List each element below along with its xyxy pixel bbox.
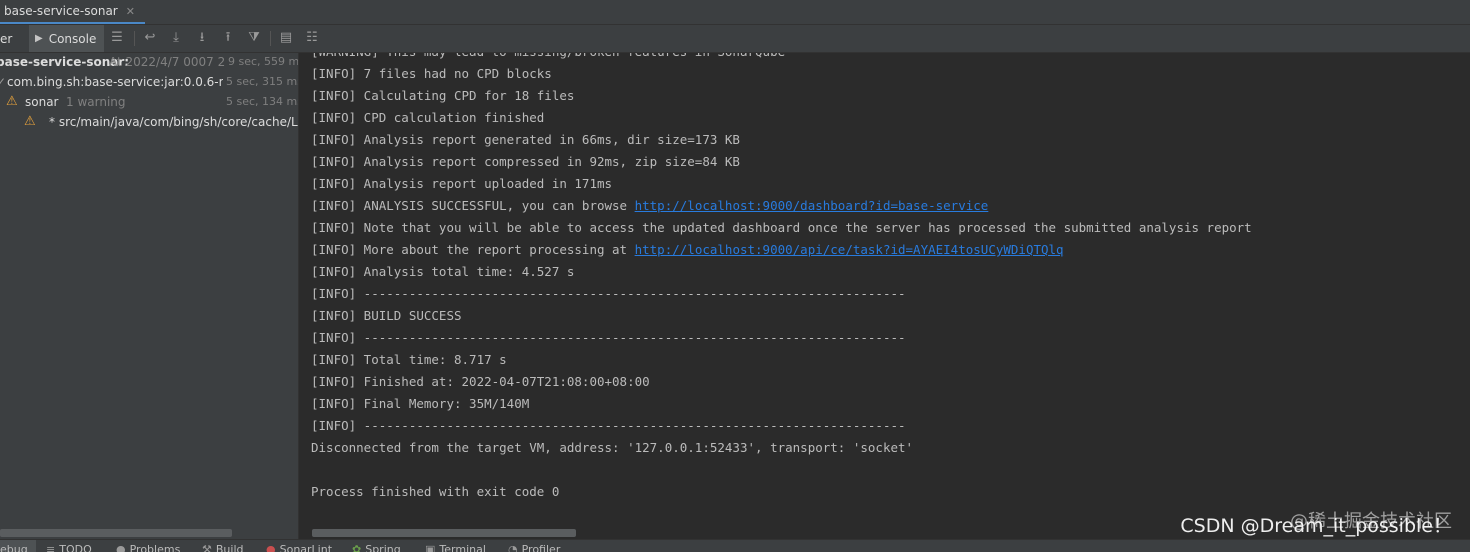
console-line-text: [INFO] Calculating CPD for 18 files	[311, 88, 575, 103]
console-line: [INFO] BUILD SUCCESS	[311, 305, 462, 327]
tab-console[interactable]: ▶ Console	[29, 25, 105, 52]
console-icon: ▶	[35, 33, 43, 44]
console-line-text: [INFO] ANALYSIS SUCCESSFUL, you can brow…	[311, 198, 635, 213]
scroll-to-end-icon[interactable]: ⤓	[168, 30, 184, 46]
tool-debug[interactable]: ebug	[0, 540, 36, 552]
print-icon[interactable]: ▤	[278, 30, 294, 46]
console-line-text: [INFO] Finished at: 2022-04-07T21:08:00+…	[311, 374, 650, 389]
console-line-text: Disconnected from the target VM, address…	[311, 440, 914, 455]
console-line-text: [INFO] Analysis total time: 4.527 s	[311, 264, 575, 279]
console-line: [INFO] Analysis total time: 4.527 s	[311, 261, 574, 283]
bottom-tool-window-bar: ebug ≡ TODO ● Problems ⚒ Build ● SonarLint ✿…	[0, 539, 1470, 552]
toolbar-divider	[270, 31, 271, 46]
console-link[interactable]: http://localhost:9000/api/ce/task?id=AYA…	[635, 242, 1064, 257]
console-line-text: [WARNING] This may lead to missing/broke…	[311, 53, 785, 59]
console-line-text: [INFO] Final Memory: 35M/140M	[311, 396, 530, 411]
console-line-text: [INFO] Analysis report generated in 66ms…	[311, 132, 740, 147]
tree-horizontal-scrollbar[interactable]	[0, 529, 232, 537]
console-line: [INFO] Analysis report generated in 66ms…	[311, 129, 740, 151]
run-toolbar: er ▶ Console ☰ ↩ ⤓ ⭳ ⭱ ⧩ ▤ ☷	[0, 25, 1470, 53]
tree-row-sonar[interactable]: ⚠ sonar 1 warning 5 sec, 134 ms	[0, 93, 298, 113]
warning-icon: ⚠	[24, 114, 36, 129]
console-line: [INFO] ---------------------------------…	[311, 327, 906, 349]
console-line-text: [INFO] BUILD SUCCESS	[311, 308, 462, 323]
tree-row-warning[interactable]: ⚠ * src/main/java/com/bing/sh/core/cache…	[0, 113, 298, 133]
filter-icon[interactable]: ⧩	[246, 30, 262, 46]
console-tab-label: Console	[48, 31, 97, 46]
tree-row-root[interactable]: base-service-sonar: At 2022/4/7 0007 21 …	[0, 53, 298, 73]
console-line: [INFO] Calculating CPD for 18 files	[311, 85, 574, 107]
console-line: [INFO] Finished at: 2022-04-07T21:08:00+…	[311, 371, 650, 393]
tree-root-time: 9 sec, 559 ms	[226, 55, 298, 68]
tab-cut-label: er	[0, 31, 13, 46]
console-line-text: Process finished with exit code 0	[311, 484, 560, 499]
tree-row-jar[interactable]: ✓ com.bing.sh:base-service:jar:0.0.6-rel…	[0, 73, 298, 93]
console-line: [WARNING] This may lead to missing/broke…	[311, 53, 785, 63]
console-horizontal-scrollbar[interactable]	[312, 529, 576, 537]
watermark: @稀土掘金技术社区 CSDN @Dream_it_possible！	[1180, 507, 1452, 537]
console-line: [INFO] ---------------------------------…	[311, 415, 906, 437]
settings-icon[interactable]: ☷	[304, 30, 320, 46]
console-line-text: [INFO] CPD calculation finished	[311, 110, 545, 125]
tree-jar-label: com.bing.sh:base-service:jar:0.0.6-rele	[7, 75, 242, 89]
console-line: [INFO] CPD calculation finished	[311, 107, 544, 129]
console-line: Disconnected from the target VM, address…	[311, 437, 913, 459]
console-line: [INFO] Note that you will be able to acc…	[311, 217, 1252, 239]
toolbar-divider	[134, 31, 135, 46]
console-line: [INFO] Analysis report uploaded in 171ms	[311, 173, 612, 195]
console-line-text: [INFO] Analysis report uploaded in 171ms	[311, 176, 613, 191]
console-line-text: [INFO] Total time: 8.717 s	[311, 352, 507, 367]
console-line-text: [INFO] 7 files had no CPD blocks	[311, 66, 552, 81]
console-output: [WARNING] This may lead to missing/broke…	[299, 53, 1470, 539]
run-tab-bar: base-service-sonar ✕	[0, 0, 1470, 25]
console-line-text: [INFO] ---------------------------------…	[311, 330, 906, 345]
tree-sonar-label: sonar	[25, 95, 59, 109]
console-link[interactable]: http://localhost:9000/dashboard?id=base-…	[635, 198, 989, 213]
console-line: [INFO] ANALYSIS SUCCESSFUL, you can brow…	[311, 195, 988, 217]
menu-icon[interactable]: ☰	[109, 30, 125, 46]
tab-base-service-sonar[interactable]: base-service-sonar ✕	[0, 0, 145, 24]
tree-warning-label: * src/main/java/com/bing/sh/core/cache/L…	[49, 115, 298, 129]
console-line: Process finished with exit code 0	[311, 481, 559, 503]
console-line: [INFO] Analysis report compressed in 92m…	[311, 151, 740, 173]
warning-icon: ⚠	[6, 94, 18, 109]
upload-icon[interactable]: ⭱	[220, 30, 236, 46]
download-icon[interactable]: ⭳	[194, 30, 210, 46]
console-line-text: [INFO] Analysis report compressed in 92m…	[311, 154, 740, 169]
watermark-text: CSDN @Dream_it_possible！	[1180, 515, 1452, 537]
console-line-text: [INFO] ---------------------------------…	[311, 418, 906, 433]
console-line-text: [INFO] Note that you will be able to acc…	[311, 220, 1252, 235]
soft-wrap-icon[interactable]: ↩	[142, 30, 158, 46]
tree-sonar-time: 5 sec, 134 ms	[226, 95, 298, 108]
build-tree-pane: base-service-sonar: At 2022/4/7 0007 21 …	[0, 53, 298, 539]
console-line: [INFO] Total time: 8.717 s	[311, 349, 507, 371]
tab-build-output-cut[interactable]: er	[0, 25, 12, 52]
console-line: [INFO] ---------------------------------…	[311, 283, 906, 305]
check-icon: ✓	[0, 75, 7, 89]
tree-sonar-meta: 1 warning	[66, 95, 126, 109]
console-line-text: [INFO] More about the report processing …	[311, 242, 635, 257]
console-line: [INFO] Final Memory: 35M/140M	[311, 393, 529, 415]
tab-label: base-service-sonar	[4, 4, 118, 18]
tree-root-meta: At 2022/4/7 0007 21	[109, 55, 233, 69]
tree-jar-time: 5 sec, 315 ms	[223, 75, 298, 88]
close-icon[interactable]: ✕	[126, 5, 135, 18]
console-line: [INFO] 7 files had no CPD blocks	[311, 63, 552, 85]
console-line-text: [INFO] ---------------------------------…	[311, 286, 906, 301]
console-line: [INFO] More about the report processing …	[311, 239, 1064, 261]
